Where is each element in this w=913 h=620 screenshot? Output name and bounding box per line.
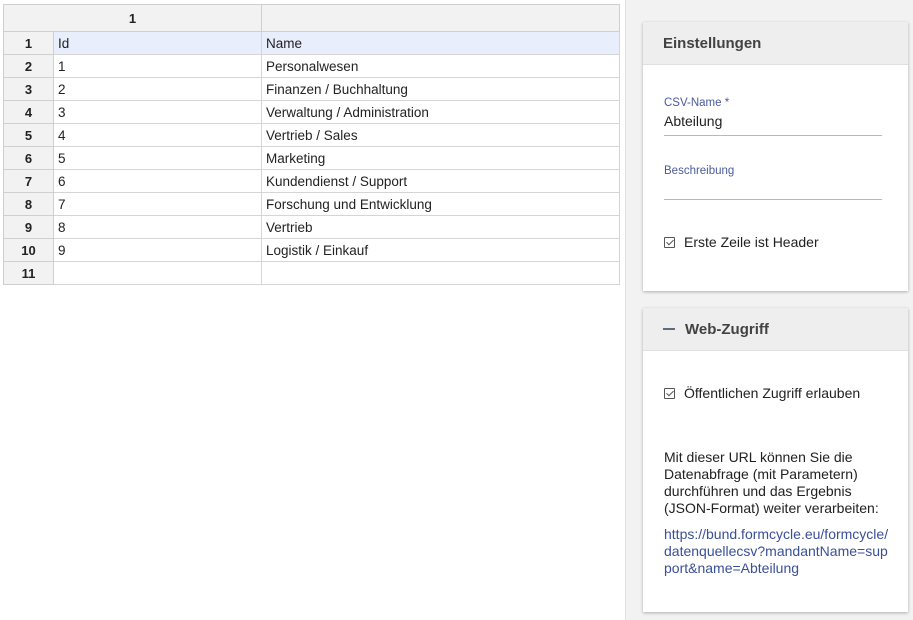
table-cell[interactable]: 6	[52, 169, 263, 193]
table-row: 11	[3, 261, 621, 285]
datasource-url-link[interactable]: https://bund.formcycle.eu/formcycle/date…	[664, 526, 890, 577]
row-number[interactable]: 11	[3, 261, 54, 285]
row-number[interactable]: 9	[3, 215, 54, 239]
column-header-group[interactable]: 1	[2, 4, 263, 32]
table-row: 9 8 Vertrieb	[3, 215, 621, 239]
csv-spreadsheet: 1 1 Id Name 2 1 Personalwesen 3 2 Finanz…	[2, 4, 621, 285]
table-row: 3 2 Finanzen / Buchhaltung	[3, 77, 621, 101]
table-cell[interactable]	[52, 261, 263, 285]
table-cell[interactable]: Vertrieb / Sales	[261, 123, 621, 147]
row-number[interactable]: 7	[3, 169, 54, 193]
table-row: 7 6 Kundendienst / Support	[3, 169, 621, 193]
web-access-title: Web-Zugriff	[685, 320, 769, 338]
web-access-info-text: Mit dieser URL können Sie die Datenabfra…	[664, 449, 879, 516]
minus-icon[interactable]	[663, 328, 675, 330]
header-row-checkbox[interactable]: Erste Zeile ist Header	[664, 234, 819, 251]
table-cell[interactable]: 1	[52, 54, 263, 78]
header-row-checkbox-label: Erste Zeile ist Header	[684, 234, 819, 250]
row-number[interactable]: 8	[3, 192, 54, 216]
table-cell[interactable]: Verwaltung / Administration	[261, 100, 621, 124]
table-cell[interactable]: 5	[52, 146, 263, 170]
row-number[interactable]: 3	[3, 77, 54, 101]
web-access-card-header[interactable]: Web-Zugriff	[643, 308, 908, 351]
table-row: 1 Id Name	[3, 31, 621, 55]
column-header-row: 1	[2, 4, 621, 32]
table-cell[interactable]: 2	[52, 77, 263, 101]
csv-name-input[interactable]: Abteilung	[664, 112, 882, 136]
csv-name-label: CSV-Name *	[664, 97, 730, 109]
table-cell[interactable]: Forschung und Entwicklung	[261, 192, 621, 216]
settings-title: Einstellungen	[663, 34, 762, 52]
description-input[interactable]	[664, 176, 882, 200]
table-cell[interactable]: 8	[52, 215, 263, 239]
data-grid: 1 1 Id Name 2 1 Personalwesen 3 2 Finanz…	[2, 4, 621, 285]
table-row: 5 4 Vertrieb / Sales	[3, 123, 621, 147]
table-cell[interactable]: Logistik / Einkauf	[261, 238, 621, 262]
table-cell[interactable]: 7	[52, 192, 263, 216]
row-number[interactable]: 2	[3, 54, 54, 78]
table-cell[interactable]: Finanzen / Buchhaltung	[261, 77, 621, 101]
checkbox-checked-icon[interactable]	[664, 388, 675, 399]
table-row: 10 9 Logistik / Einkauf	[3, 238, 621, 262]
table-row: 6 5 Marketing	[3, 146, 621, 170]
row-number[interactable]: 5	[3, 123, 54, 147]
public-access-checkbox-label: Öffentlichen Zugriff erlauben	[684, 385, 861, 401]
table-cell[interactable]: Personalwesen	[261, 54, 621, 78]
settings-card: Einstellungen CSV-Name * Abteilung Besch…	[643, 22, 908, 291]
table-row: 4 3 Verwaltung / Administration	[3, 100, 621, 124]
table-cell[interactable]: Name	[261, 31, 621, 55]
table-cell[interactable]: 4	[52, 123, 263, 147]
settings-card-header: Einstellungen	[643, 22, 908, 65]
properties-sidebar: Einstellungen CSV-Name * Abteilung Besch…	[625, 0, 913, 620]
table-cell[interactable]: Vertrieb	[261, 215, 621, 239]
table-cell[interactable]: 9	[52, 238, 263, 262]
table-cell[interactable]: Marketing	[261, 146, 621, 170]
row-number[interactable]: 6	[3, 146, 54, 170]
table-cell[interactable]: 3	[52, 100, 263, 124]
table-cell[interactable]	[261, 261, 621, 285]
table-cell[interactable]: Kundendienst / Support	[261, 169, 621, 193]
table-row: 2 1 Personalwesen	[3, 54, 621, 78]
row-number[interactable]: 1	[3, 31, 54, 55]
web-access-card: Web-Zugriff Öffentlichen Zugriff erlaube…	[643, 308, 908, 612]
checkbox-checked-icon[interactable]	[664, 237, 675, 248]
table-cell[interactable]: Id	[52, 31, 263, 55]
row-number[interactable]: 10	[3, 238, 54, 262]
row-number[interactable]: 4	[3, 100, 54, 124]
column-header[interactable]	[261, 4, 621, 32]
public-access-checkbox[interactable]: Öffentlichen Zugriff erlauben	[664, 385, 864, 402]
table-row: 8 7 Forschung und Entwicklung	[3, 192, 621, 216]
